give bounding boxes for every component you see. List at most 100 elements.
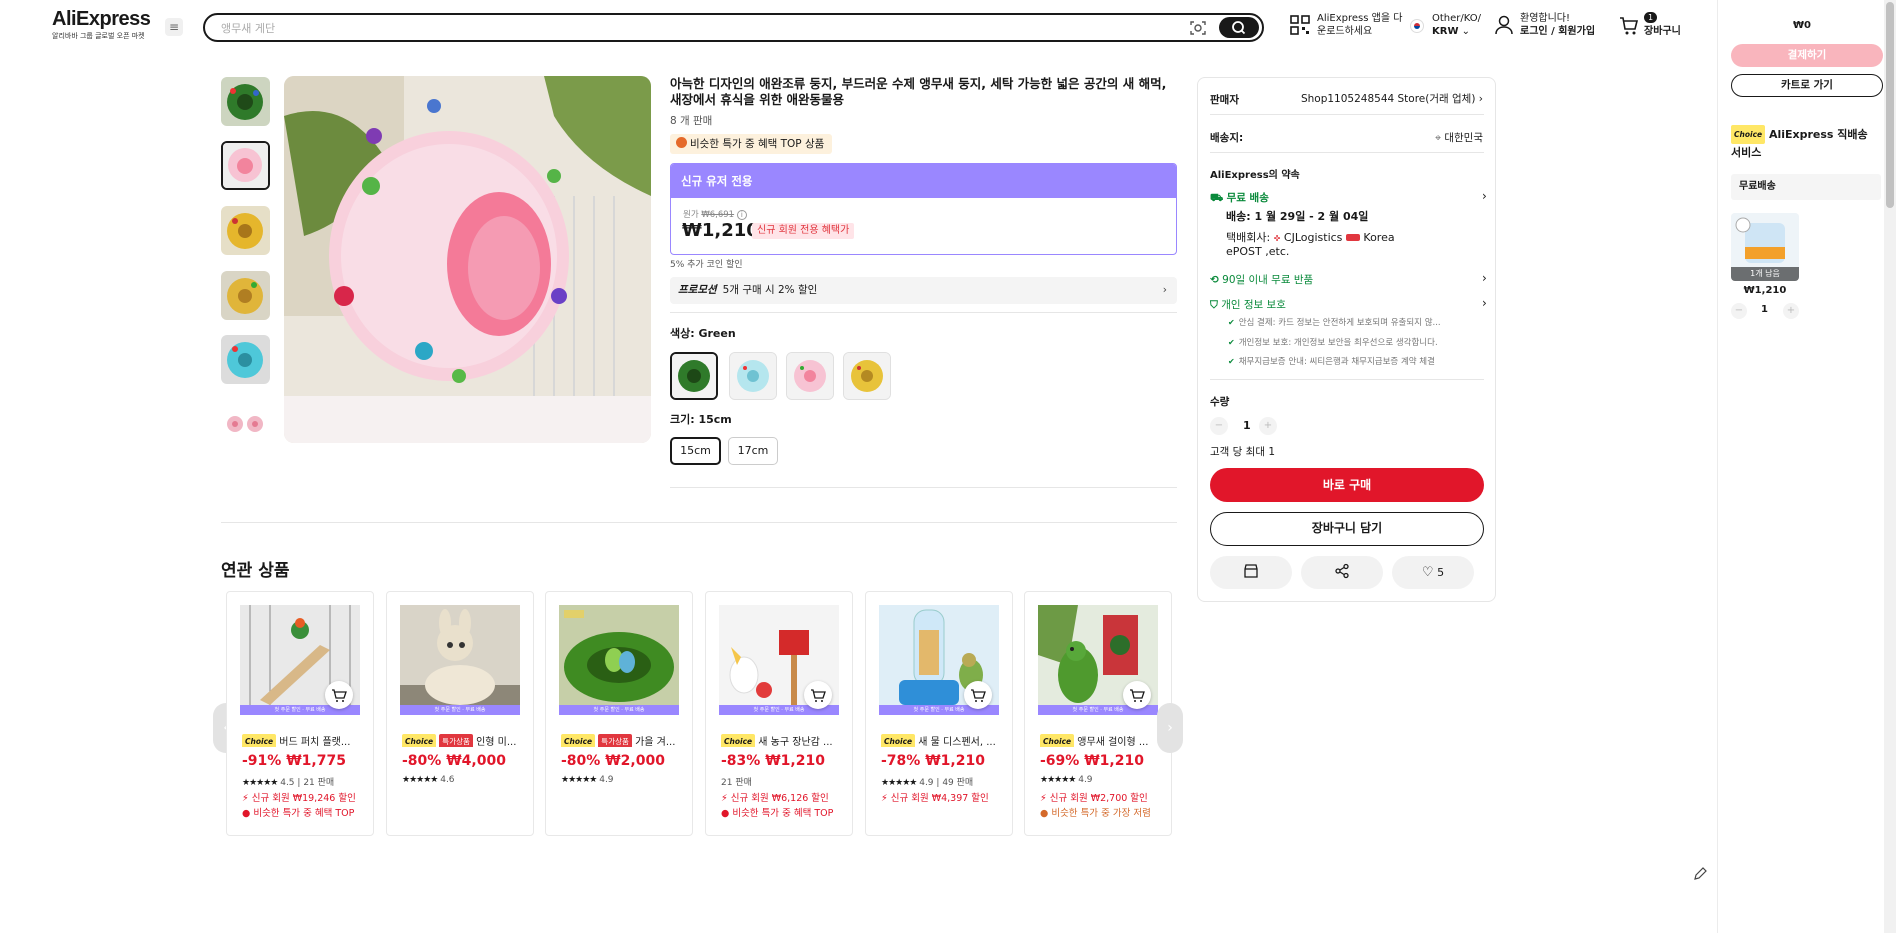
new-user-header: 신규 유저 전용 [671, 164, 1176, 198]
size-option-17cm[interactable]: 17cm [728, 437, 778, 465]
star-rating-icon: ★★★★★ [402, 775, 438, 785]
quantity-value[interactable]: 1 [1243, 419, 1251, 432]
thumbnail-blue[interactable] [221, 335, 270, 384]
buy-now-button[interactable]: 바로 구매 [1210, 468, 1484, 502]
shield-icon: ⛉ [1210, 299, 1218, 311]
chevron-right-icon: › [1162, 284, 1167, 296]
thumbnail-yellow-2[interactable] [221, 271, 270, 320]
product-card[interactable]: 첫 주문 할인 · 무료 배송 Choice 새 물 디스펜서, ... -78… [865, 591, 1013, 836]
thumbnail-pair[interactable] [221, 400, 270, 449]
swatch-image [730, 353, 776, 399]
top-deal-text: 비슷한 특가 중 혜택 TOP 상품 [690, 138, 825, 150]
choice-badge: Choice [242, 734, 277, 747]
thumbnail-green[interactable] [221, 77, 270, 126]
image-search-icon[interactable] [1189, 19, 1207, 37]
wishlist-button[interactable]: ♡ 5 [1392, 556, 1474, 589]
go-to-cart-button[interactable]: 카트로 가기 [1731, 74, 1883, 97]
heart-icon: ♡ [1421, 565, 1434, 580]
ship-to-label: 배송지: [1210, 132, 1244, 144]
chevron-right-icon: › [1482, 271, 1487, 285]
cart-item-image[interactable]: 1개 남음 [1731, 213, 1799, 281]
account-menu[interactable]: 환영합니다! 로그인 / 회원가입 [1495, 12, 1595, 38]
quantity-increase-button[interactable]: + [1259, 417, 1277, 435]
carousel-next-button[interactable]: › [1157, 703, 1183, 753]
thumbnail-image [221, 77, 270, 126]
courier-line: 택배회사: ✜ CJLogistics Korea [1226, 229, 1395, 245]
app-download[interactable]: AliExpress 앱을 다 운로드하세요 [1290, 12, 1402, 38]
privacy-row[interactable]: ⛉ 개인 정보 보호 [1210, 297, 1286, 312]
cart-link[interactable]: 1 장바구니 [1619, 12, 1681, 38]
epost-logo-icon [1345, 234, 1360, 241]
product-card-badge: ● 비슷한 특가 중 혜택 TOP [242, 808, 355, 819]
welcome-text: 환영합니다! [1520, 13, 1571, 24]
product-card[interactable]: 첫 주문 할인 · 무료 배송 Choice 특가상품 가을 겨... -80%… [545, 591, 693, 836]
purchase-limit: 고객 당 최대 1 [1210, 446, 1275, 458]
sold-count: 8 개 판매 [670, 115, 713, 127]
add-to-cart-button[interactable]: 장바구니 담기 [1210, 512, 1484, 546]
product-card[interactable]: 첫 주문 할인 · 무료 배송 Choice 특가상품 인형 미... -80%… [386, 591, 534, 836]
product-card-rating: ★★★★★ 4.6 [402, 775, 455, 785]
free-shipping-row[interactable]: ⛟ 무료 배송 [1210, 190, 1269, 206]
promotion-row[interactable]: 프로모션 5개 구매 시 2% 할인 › [670, 277, 1177, 304]
add-to-cart-icon[interactable] [804, 681, 832, 709]
product-card[interactable]: 첫 주문 할인 · 무료 배송 Choice 앵무새 걸이형 ... -69% … [1024, 591, 1172, 836]
color-swatch-yellow[interactable] [843, 352, 891, 400]
thumbnail-pink[interactable] [221, 141, 270, 190]
product-card[interactable]: 첫 주문 할인 · 무료 배송 Choice 새 농구 장난감 ... -83%… [705, 591, 853, 836]
search-input[interactable] [221, 19, 1121, 37]
cart-item-decrease-button[interactable]: − [1731, 303, 1747, 319]
cart-item-qty[interactable]: 1 [1761, 304, 1768, 315]
menu-icon[interactable]: ≡ [165, 18, 183, 36]
page-scrollbar[interactable] [1884, 0, 1896, 933]
ship-to-selector[interactable]: ⌖ 대한민국 [1435, 130, 1483, 145]
original-price-label: 원가 [683, 210, 699, 220]
cart-item-increase-button[interactable]: + [1783, 303, 1799, 319]
seller-label: 판매자 [1210, 94, 1239, 106]
feedback-edit-icon[interactable] [1690, 864, 1710, 884]
main-product-image[interactable] [284, 76, 651, 443]
sale-price: ₩1,210 [682, 220, 759, 241]
locale-selector[interactable]: Other/KO/ KRW ⌄ [1410, 12, 1481, 38]
store-icon [1244, 564, 1258, 578]
quantity-decrease-button[interactable]: − [1210, 417, 1228, 435]
original-price: ₩6,691 [701, 210, 735, 220]
add-to-cart-icon[interactable] [964, 681, 992, 709]
chevron-right-icon: › [1478, 93, 1483, 105]
checkout-button[interactable]: 결제하기 [1731, 44, 1883, 67]
original-price-line: 원가 ₩6,691 i [683, 208, 747, 220]
choice-badge: Choice [881, 734, 916, 747]
lightning-icon: ⚡ [881, 793, 888, 804]
free-return-row[interactable]: ⟲ 90일 이내 무료 반품 [1210, 272, 1313, 287]
top-header: AliExpress 알리바바 그룹 글로벌 오픈 마켓 ≡ AliExpres… [0, 0, 1717, 54]
courier-cj: CJLogistics [1283, 231, 1343, 244]
free-shipping-chip: 무료배송 [1731, 174, 1881, 200]
purchase-panel: 판매자 Shop1105248544 Store(거래 업체) › 배송지: ⌖… [1197, 77, 1496, 602]
product-card[interactable]: 첫 주문 할인 · 무료 배송 Choice 버드 퍼치 플랫... -91% … [226, 591, 374, 836]
color-label: 색상: Green [670, 327, 736, 340]
color-swatch-blue[interactable] [729, 352, 777, 400]
product-card-badge: ● 비슷한 특가 중 혜택 TOP [721, 808, 834, 819]
add-to-cart-icon[interactable] [1123, 681, 1151, 709]
scrollbar-thumb[interactable] [1886, 2, 1894, 208]
divider [221, 522, 1177, 523]
info-icon[interactable]: i [736, 210, 747, 220]
aliexpress-logo[interactable]: AliExpress 알리바바 그룹 글로벌 오픈 마켓 [52, 8, 151, 41]
seller-link[interactable]: Shop1105248544 Store(거래 업체) › [1301, 91, 1483, 106]
login-signup-link[interactable]: 로그인 / 회원가입 [1520, 26, 1595, 37]
thumbnail-yellow[interactable] [221, 206, 270, 255]
color-swatch-pink[interactable] [786, 352, 834, 400]
search-button[interactable] [1219, 17, 1259, 38]
product-card-coupon: ⚡ 신규 회원 ₩4,397 할인 [881, 793, 989, 804]
size-label: 크기: 15cm [670, 413, 732, 426]
logo-text: AliExpress [52, 8, 151, 30]
app-download-line1: AliExpress 앱을 다 [1317, 13, 1403, 24]
locale-language: Other/KO/ [1432, 13, 1482, 24]
product-card-price: -69% ₩1,210 [1040, 753, 1144, 769]
size-option-15cm[interactable]: 15cm [670, 437, 721, 465]
thumbnail-image [221, 206, 270, 255]
share-button[interactable] [1301, 556, 1383, 589]
add-to-cart-icon[interactable] [325, 681, 353, 709]
product-card-image [400, 605, 520, 715]
color-swatch-green[interactable] [670, 352, 718, 400]
store-button[interactable] [1210, 556, 1292, 589]
